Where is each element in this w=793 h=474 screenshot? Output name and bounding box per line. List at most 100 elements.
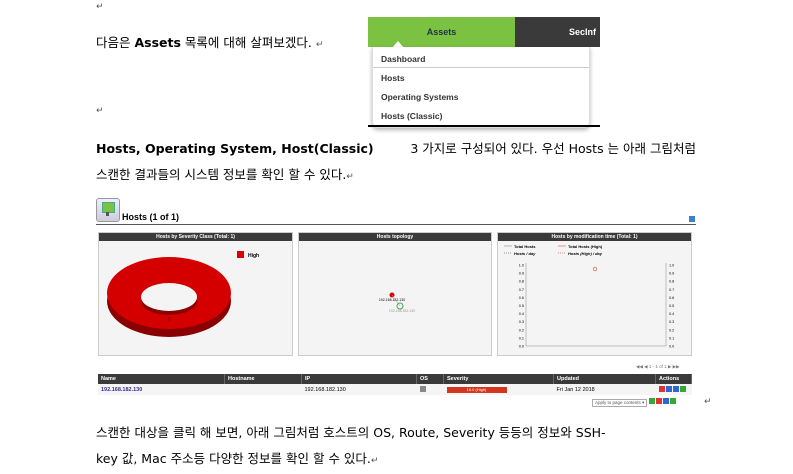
y-tick-label-right: 0.7 — [669, 288, 674, 292]
legend-total-hosts-high: Total Hosts (High) — [568, 244, 603, 249]
col-ip[interactable]: IP — [301, 374, 417, 384]
assets-dropdown: Dashboard Hosts Operating Systems Hosts … — [372, 47, 590, 128]
y-axis-left-ticks: 1.0 0.9 0.8 0.7 0.6 0.5 0.4 0.3 0.2 0.1 0.0 — [519, 264, 524, 349]
col-name[interactable]: Name — [98, 374, 225, 384]
paragraph-mark: ↵ — [96, 106, 104, 116]
title-rule — [96, 224, 696, 225]
menu-item-operating-systems[interactable]: Operating Systems — [381, 92, 458, 102]
hosts-title: Hosts (1 of 1) — [122, 212, 180, 222]
para2-line1: Hosts, Operating System, Host(Classic) 3… — [96, 136, 696, 162]
menu-item-hosts-classic[interactable]: Hosts (Classic) — [381, 111, 442, 121]
severity-donut-chart: 1 High — [107, 251, 259, 337]
topology-node1-label: 192.168.182.130 — [379, 298, 405, 302]
y-tick-label-left: 0.1 — [519, 336, 524, 340]
y-axis-right-ticks: 1.0 0.9 0.8 0.7 0.6 0.5 0.4 0.3 0.2 0.1 0.0 — [669, 264, 674, 349]
apply-select[interactable]: Apply to page contents ▾ — [592, 399, 648, 407]
apply-tag-icon[interactable] — [648, 398, 655, 404]
apply-export-icon[interactable] — [669, 398, 676, 404]
table-row: 192.168.182.130 192.168.182.130 10.0 (Hi… — [98, 384, 692, 395]
export-icon[interactable] — [679, 385, 686, 392]
modtime-chart-title: Hosts by modification time (Total: 1) — [498, 233, 691, 241]
y-tick-label-right: 0.0 — [669, 345, 674, 349]
y-tick-label-right: 0.9 — [669, 272, 674, 276]
y-tick-label-right: 0.8 — [669, 280, 674, 284]
apply-row: Apply to page contents ▾ — [592, 398, 677, 407]
assets-menu-screenshot: Assets SecInf Dashboard Hosts Operating … — [368, 17, 600, 128]
host-name-link[interactable]: 192.168.182.130 — [101, 387, 142, 393]
intro-paragraph: 다음은 Assets 목록에 대해 살펴보겠다. ↵ — [96, 30, 323, 58]
legend-hosts-high-day: Hosts (High) / day — [568, 251, 603, 256]
apply-delete-icon[interactable] — [655, 398, 662, 404]
legend-total-hosts: Total Hosts — [514, 244, 536, 249]
slice-label: 1 — [168, 317, 171, 323]
para2-line1-rest: 3 가지로 구성되어 있다. 우선 Hosts 는 아래 그림처럼 — [410, 141, 696, 156]
hosts-screenshot: Hosts (1 of 1) Hosts by Severity Class (… — [96, 196, 696, 410]
tab-assets[interactable]: Assets — [368, 17, 515, 47]
severity-chart-panel: Hosts by Severity Class (Total: 1) 1 Hig… — [98, 232, 293, 356]
severity-chart-title: Hosts by Severity Class (Total: 1) — [99, 233, 292, 241]
y-tick-label-left: 0.3 — [519, 320, 524, 324]
tab-secinfo[interactable]: SecInf — [515, 17, 600, 47]
paragraph-mark: ↵ — [704, 397, 712, 407]
menu-divider — [373, 67, 589, 68]
hosts-icon — [96, 198, 120, 222]
col-hostname[interactable]: Hostname — [224, 374, 302, 384]
para3-line2: key 값, Mac 주소등 다양한 정보를 확인 할 수 있다.↵ — [96, 446, 696, 474]
y-tick-label-right: 1.0 — [669, 264, 674, 268]
paragraph-mark: ↵ — [346, 172, 354, 182]
hosts-table: Name Hostname IP OS Severity Updated Act… — [98, 374, 692, 395]
host-updated: Fri Jan 12 2018 — [553, 384, 656, 395]
para3-line2-text: key 값, Mac 주소등 다양한 정보를 확인 할 수 있다. — [96, 451, 371, 466]
target-icon[interactable] — [672, 385, 679, 392]
y-tick-label-right: 0.4 — [669, 312, 674, 316]
menu-bottom-line — [368, 125, 600, 127]
para2-line2-text: 스캔한 결과들의 시스템 정보를 확인 할 수 있다. — [96, 167, 347, 182]
y-tick-label-left: 0.8 — [519, 280, 524, 284]
severity-bar: 10.0 (High) — [446, 386, 507, 393]
apply-target-icon[interactable] — [662, 398, 669, 404]
col-updated[interactable]: Updated — [553, 374, 656, 384]
modtime-line-chart: Total Hosts Total Hosts (High) Hosts / d… — [504, 244, 674, 349]
y-tick-label-left: 1.0 — [519, 264, 524, 268]
y-tick-label-right: 0.5 — [669, 304, 674, 308]
intro-bold: Assets — [134, 35, 181, 50]
col-actions: Actions — [655, 374, 692, 384]
para2-bold: Hosts, Operating System, Host(Classic) — [96, 141, 374, 156]
modtime-chart-panel: Hosts by modification time (Total: 1) To… — [497, 232, 692, 356]
data-point-high — [592, 266, 598, 272]
y-tick-label-right: 0.3 — [669, 320, 674, 324]
para3-line1: 스캔한 대상을 클릭 해 보면, 아래 그림처럼 호스트의 OS, Route,… — [96, 425, 606, 440]
topology-chart-title: Hosts topology — [299, 233, 491, 241]
col-os[interactable]: OS — [416, 374, 444, 384]
topology-node2-label: 192.168.182.130 — [389, 309, 415, 313]
y-tick-label-left: 0.7 — [519, 288, 524, 292]
y-tick-label-right: 0.1 — [669, 336, 674, 340]
legend-high-label: High — [248, 253, 259, 259]
y-tick-label-left: 0.5 — [519, 304, 524, 308]
intro-post: 목록에 대해 살펴보겠다. — [180, 35, 316, 50]
hosts-description-paragraph: Hosts, Operating System, Host(Classic) 3… — [96, 136, 696, 190]
y-tick-label-right: 0.2 — [669, 328, 674, 332]
para2-line2: 스캔한 결과들의 시스템 정보를 확인 할 수 있다.↵ — [96, 162, 696, 190]
y-tick-label-left: 0.2 — [519, 328, 524, 332]
expand-icon[interactable] — [689, 216, 695, 222]
delete-icon[interactable] — [658, 385, 665, 392]
y-tick-label-right: 0.6 — [669, 296, 674, 300]
paragraph-mark: ↵ — [315, 40, 324, 50]
topology-chart-panel: Hosts topology 192.168.182.130 192.168.1… — [298, 232, 492, 356]
topology-graph: 192.168.182.130 192.168.182.130 — [379, 292, 415, 313]
y-tick-label-left: 0.0 — [519, 345, 524, 349]
edit-icon[interactable] — [665, 385, 672, 392]
pager[interactable]: ◀◀ ◀ 1 - 1 of 1 ▶ ▶▶ — [636, 364, 680, 370]
os-icon — [419, 385, 426, 392]
menu-item-hosts[interactable]: Hosts — [381, 73, 405, 83]
table-header-row: Name Hostname IP OS Severity Updated Act… — [98, 374, 692, 384]
col-severity[interactable]: Severity — [443, 374, 554, 384]
y-tick-label-left: 0.4 — [519, 312, 524, 316]
menu-item-dashboard[interactable]: Dashboard — [381, 54, 425, 64]
legend-hosts-day: Hosts / day — [514, 251, 536, 256]
scan-target-paragraph: 스캔한 대상을 클릭 해 보면, 아래 그림처럼 호스트의 OS, Route,… — [96, 420, 696, 474]
intro-pre: 다음은 — [96, 35, 135, 50]
y-tick-label-left: 0.9 — [519, 272, 524, 276]
host-ip: 192.168.182.130 — [301, 384, 417, 395]
